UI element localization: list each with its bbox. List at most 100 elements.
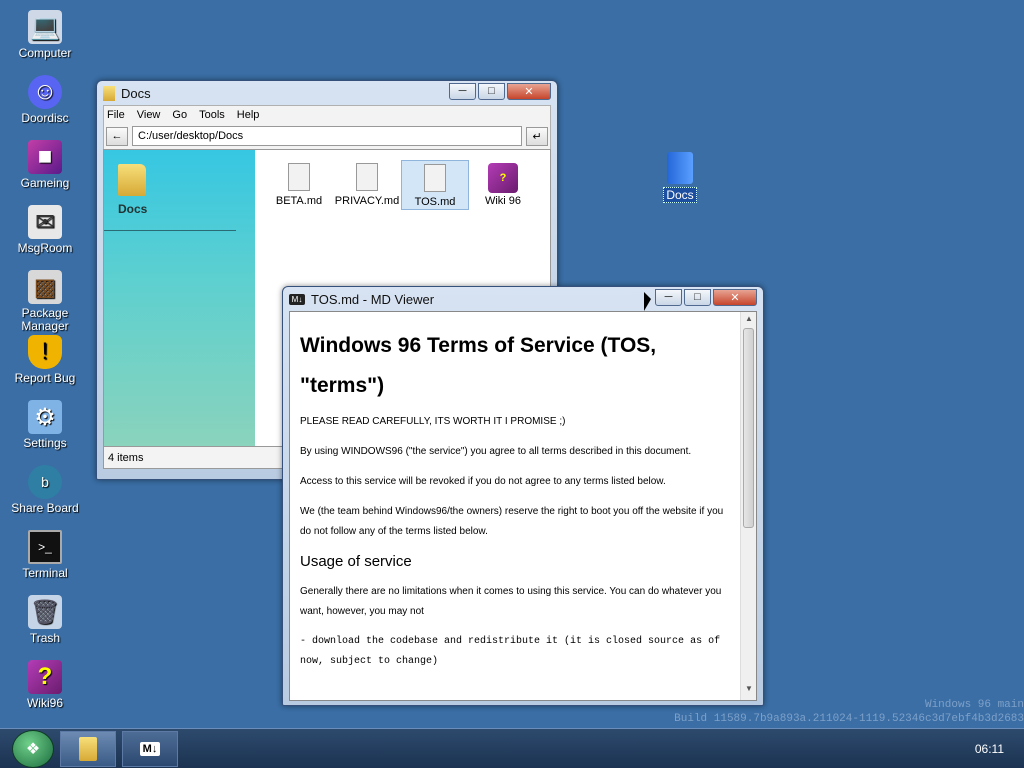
explorer-sidebar: Docs [104, 150, 255, 446]
desktop-icon-doordisc[interactable]: ☺ Doordisc [10, 75, 80, 125]
desktop-icon-gameing[interactable]: ■ Gameing [10, 140, 80, 190]
package-icon: ▩ [28, 270, 62, 304]
desktop-icon-label: Computer [18, 46, 72, 60]
back-button[interactable]: ← [106, 126, 128, 146]
desktop-icon-label: Package Manager [21, 306, 69, 333]
desktop-icon-terminal[interactable]: >_ Terminal [10, 530, 80, 580]
desktop-icon-report-bug[interactable]: ! Report Bug [10, 335, 80, 385]
share-icon: b [28, 465, 62, 499]
close-button[interactable]: ✕ [507, 82, 551, 100]
close-icon: ✕ [524, 85, 534, 98]
desktop-icon-label: Trash [29, 631, 61, 645]
taskbar-item-explorer[interactable] [60, 730, 116, 767]
window-title: Docs [121, 85, 151, 101]
menu-tools[interactable]: Tools [199, 109, 225, 121]
sidebar-divider [104, 230, 236, 231]
desktop-icon-trash[interactable]: 🗑 Trash [10, 595, 80, 645]
desktop-icon-computer[interactable]: 💻 Computer [10, 10, 80, 60]
minimize-icon: ─ [458, 85, 467, 97]
vertical-scrollbar[interactable]: ▲ ▼ [740, 312, 756, 700]
minimize-button[interactable]: ─ [449, 82, 476, 100]
desktop-icon-msgroom[interactable]: ✉ MsgRoom [10, 205, 80, 255]
file-name: BETA.md [275, 195, 323, 207]
folder-icon [667, 152, 693, 184]
folder-icon [118, 164, 146, 196]
back-arrow-icon: ← [111, 130, 123, 142]
watermark-line: Build 11589.7b9a893a.211024-1119.52346c3… [674, 713, 1024, 725]
file-icon [356, 163, 378, 191]
scrollbar-thumb[interactable] [743, 328, 754, 528]
desktop-icon-docs[interactable]: Docs [654, 152, 706, 203]
book-icon: ? [28, 660, 62, 694]
desktop-icon-label: Share Board [11, 501, 79, 515]
code-line: - download the codebase and redistribute… [300, 636, 721, 667]
maximize-icon: □ [694, 291, 701, 303]
scroll-down-icon[interactable]: ▼ [741, 684, 756, 698]
file-name: Wiki 96 [484, 195, 522, 207]
start-button[interactable]: ❖ [12, 729, 54, 768]
book-icon: ? [488, 163, 518, 193]
md-viewer-window[interactable]: M↓ TOS.md - MD Viewer ─ □ ✕ Windows 96 T… [282, 286, 764, 706]
settings-icon: ⚙ [28, 400, 62, 434]
file-icon [288, 163, 310, 191]
file-item[interactable]: PRIVACY.md [333, 160, 401, 210]
desktop-icon-label: Doordisc [21, 111, 69, 125]
close-icon: ✕ [730, 291, 740, 304]
computer-icon: 💻 [28, 10, 62, 44]
viewer-body: Windows 96 Terms of Service (TOS, "terms… [289, 311, 757, 701]
scroll-up-icon[interactable]: ▲ [741, 314, 756, 328]
discord-icon: ☺ [28, 75, 62, 109]
trash-icon: 🗑 [28, 595, 62, 629]
menu-help[interactable]: Help [237, 109, 260, 121]
menu-view[interactable]: View [137, 109, 161, 121]
desktop-icon-label: MsgRoom [17, 241, 73, 255]
menu-go[interactable]: Go [172, 109, 187, 121]
maximize-button[interactable]: □ [478, 82, 505, 100]
address-bar[interactable]: C:/user/desktop/Docs [132, 126, 522, 146]
paragraph: We (the team behind Windows96/the owners… [300, 506, 724, 537]
viewer-titlebar[interactable]: M↓ TOS.md - MD Viewer ─ □ ✕ [289, 287, 757, 311]
start-logo-icon: ❖ [25, 740, 41, 758]
desktop-icon-label: Terminal [22, 566, 68, 580]
return-arrow-icon: ↵ [532, 130, 542, 143]
file-item[interactable]: ? Wiki 96 [469, 160, 537, 210]
chat-icon: ✉ [28, 205, 62, 239]
file-item[interactable]: TOS.md [401, 160, 469, 210]
minimize-button[interactable]: ─ [655, 288, 682, 306]
desktop-icon-label: Wiki96 [26, 696, 63, 710]
desktop-icon-wiki96[interactable]: ? Wiki96 [10, 660, 80, 710]
mouse-cursor-icon [644, 292, 651, 311]
taskbar: ❖ M↓ 06:11 [0, 728, 1024, 768]
desktop-icon-package-manager[interactable]: ▩ Package Manager [10, 270, 80, 333]
paragraph: PLEASE READ CAREFULLY, ITS WORTH IT I PR… [300, 416, 566, 427]
desktop-icon-label: Gameing [20, 176, 70, 190]
terminal-icon: >_ [28, 530, 62, 564]
address-row: ← C:/user/desktop/Docs ↵ [103, 123, 551, 149]
explorer-titlebar[interactable]: Docs ─ □ ✕ [103, 81, 551, 105]
desktop-icon-share-board[interactable]: b Share Board [10, 465, 80, 515]
cube-icon: ■ [28, 140, 62, 174]
maximize-icon: □ [488, 85, 495, 97]
paragraph: Generally there are no limitations when … [300, 586, 722, 617]
maximize-button[interactable]: □ [684, 288, 711, 306]
paragraph: Access to this service will be revoked i… [300, 476, 666, 487]
section-heading: Usage of service [300, 553, 412, 570]
file-item[interactable]: BETA.md [265, 160, 333, 210]
menu-file[interactable]: File [107, 109, 125, 121]
window-title: TOS.md - MD Viewer [311, 291, 435, 307]
file-name: TOS.md [414, 196, 456, 208]
file-name: PRIVACY.md [334, 195, 400, 207]
minimize-icon: ─ [664, 291, 673, 303]
go-button[interactable]: ↵ [526, 126, 548, 146]
taskbar-item-md-viewer[interactable]: M↓ [122, 730, 178, 767]
document-heading: Windows 96 Terms of Service (TOS, "terms… [300, 334, 657, 397]
build-watermark: Windows 96 main Build 11589.7b9a893a.211… [674, 698, 1024, 726]
watermark-line: Windows 96 main [924, 699, 1024, 711]
close-button[interactable]: ✕ [713, 288, 757, 306]
clock[interactable]: 06:11 [975, 742, 1004, 756]
markdown-content: Windows 96 Terms of Service (TOS, "terms… [290, 312, 740, 700]
markdown-icon: M↓ [139, 741, 161, 756]
folder-icon [103, 85, 115, 101]
shield-icon: ! [28, 335, 62, 369]
desktop-icon-settings[interactable]: ⚙ Settings [10, 400, 80, 450]
